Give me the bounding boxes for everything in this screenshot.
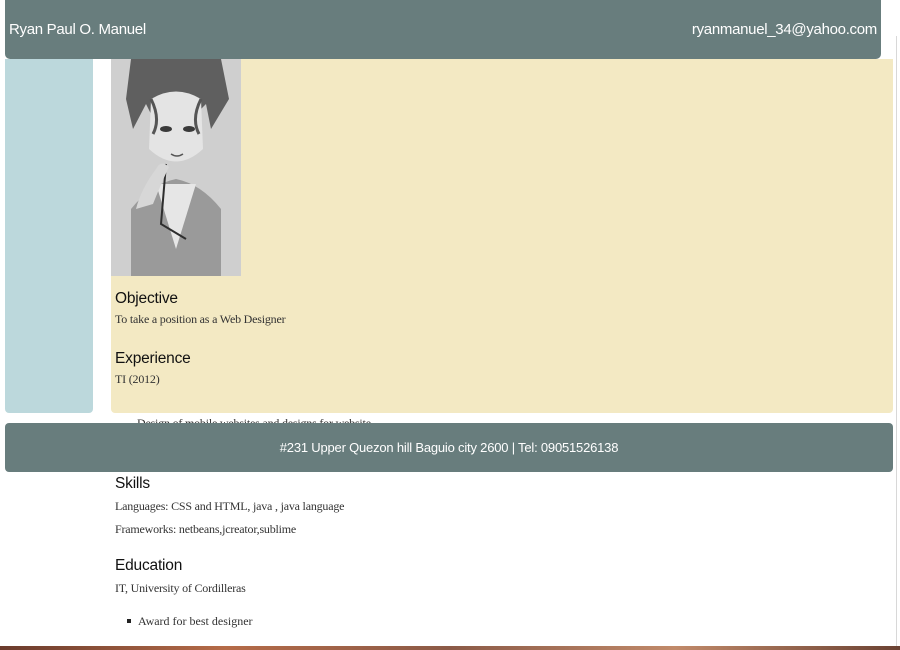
skills-frameworks: Frameworks: netbeans,jcreator,sublime (115, 522, 297, 536)
background-strip (0, 646, 900, 650)
profile-photo (111, 59, 241, 276)
footer-bar: #231 Upper Quezon hill Baguio city 2600 … (5, 423, 893, 472)
education-entry: IT, University of Cordilleras (115, 581, 246, 595)
experience-section: Experience TI (2012) (115, 350, 875, 387)
objective-section: Objective To take a position as a Web De… (115, 290, 875, 327)
list-item: Award for best designer (115, 614, 875, 629)
left-sidebar (5, 59, 93, 413)
header-bar: Ryan Paul O. Manuel ryanmanuel_34@yahoo.… (5, 0, 881, 59)
experience-title: Experience (115, 350, 191, 367)
skills-languages: Languages: CSS and HTML, java , java lan… (115, 499, 345, 513)
skills-title: Skills (115, 475, 150, 492)
education-section: Education IT, University of Cordilleras … (115, 557, 875, 629)
education-title: Education (115, 557, 183, 574)
portrait-illustration (111, 59, 241, 276)
resume-content: Objective To take a position as a Web De… (115, 290, 875, 387)
page-right-border (896, 36, 900, 646)
owner-email[interactable]: ryanmanuel_34@yahoo.com (692, 21, 877, 38)
objective-text: To take a position as a Web Designer (115, 312, 286, 326)
owner-name: Ryan Paul O. Manuel (9, 21, 146, 38)
footer-address: #231 Upper Quezon hill Baguio city 2600 … (279, 440, 619, 455)
objective-title: Objective (115, 290, 178, 307)
resume-content-lower: Skills Languages: CSS and HTML, java , j… (115, 475, 875, 629)
experience-entry: TI (2012) (115, 372, 160, 386)
education-list: Award for best designer (115, 614, 875, 629)
skills-section: Skills Languages: CSS and HTML, java , j… (115, 475, 875, 537)
